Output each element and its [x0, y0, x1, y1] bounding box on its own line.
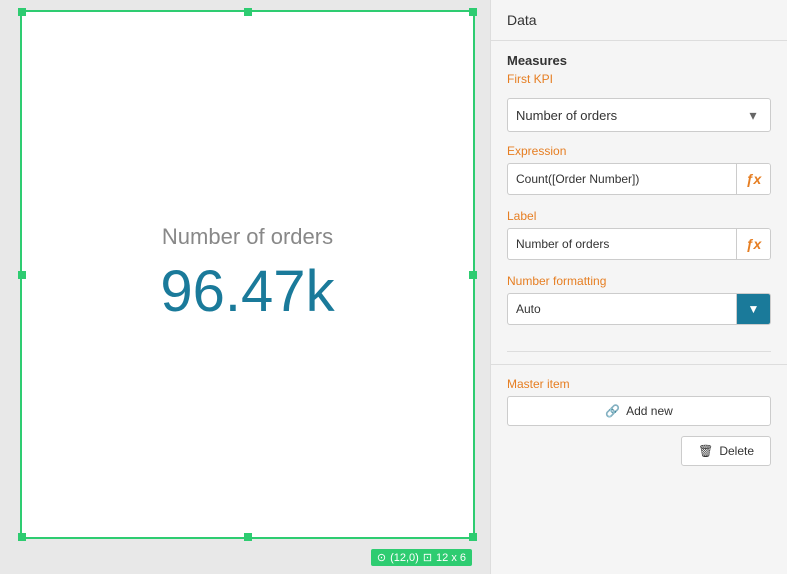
tab-label: Data [507, 12, 537, 28]
chevron-down-icon: ▾ [736, 99, 770, 131]
handle-top-right[interactable] [469, 8, 477, 16]
trash-icon: 🗑 [698, 444, 713, 458]
number-formatting-dropdown-row: Auto Number Money Date Duration Custom ▼ [507, 293, 771, 325]
dropdown-arrow-icon: ▼ [736, 294, 770, 324]
right-panel: Data Measures First KPI Number of orders… [490, 0, 787, 574]
status-size-icon: ⊡ [423, 551, 432, 564]
kpi-value: 96.47k [160, 258, 334, 325]
handle-bottom-left[interactable] [18, 533, 26, 541]
handle-middle-left[interactable] [18, 271, 26, 279]
handle-top-left[interactable] [18, 8, 26, 16]
fx-icon-label: ƒx [746, 236, 762, 252]
number-formatting-group: Number formatting Auto Number Money Date… [507, 274, 771, 325]
canvas-area: Number of orders 96.47k ⊙ (12,0) ⊡ 12 x … [0, 0, 490, 574]
data-tab[interactable]: Data [491, 0, 787, 41]
add-new-label: Add new [626, 404, 673, 418]
measures-title: Measures [507, 53, 771, 68]
delete-button[interactable]: 🗑 Delete [681, 436, 771, 466]
kpi-label: Number of orders [162, 224, 333, 250]
add-new-button[interactable]: 🔗 Add new [507, 396, 771, 426]
expression-input[interactable] [508, 166, 736, 192]
status-coords: (12,0) [390, 552, 419, 564]
measures-subtitle: First KPI [507, 72, 771, 86]
handle-top-center[interactable] [244, 8, 252, 16]
section-divider [507, 351, 771, 352]
label-group: Label ƒx [507, 209, 771, 260]
measures-section: Measures First KPI Number of orders ▾ Ex… [491, 41, 787, 351]
master-item-section: Master item 🔗 Add new 🗑 Delete [491, 364, 787, 478]
link-icon: 🔗 [605, 404, 620, 418]
fx-icon: ƒx [746, 171, 762, 187]
expression-label: Expression [507, 144, 771, 158]
number-formatting-label: Number formatting [507, 274, 771, 288]
chevron-down-icon-formatting: ▼ [748, 302, 760, 316]
widget-status: ⊙ (12,0) ⊡ 12 x 6 [371, 549, 472, 566]
status-size: 12 x 6 [436, 552, 466, 564]
status-icon: ⊙ [377, 551, 386, 564]
expression-field-row: ƒx [507, 163, 771, 195]
expression-group: Expression ƒx [507, 144, 771, 195]
measures-dropdown-label: Number of orders [508, 102, 736, 129]
handle-bottom-center[interactable] [244, 533, 252, 541]
expression-fx-button[interactable]: ƒx [736, 164, 770, 194]
measures-dropdown[interactable]: Number of orders ▾ [507, 98, 771, 132]
master-item-label: Master item [507, 377, 771, 391]
label-field-row: ƒx [507, 228, 771, 260]
handle-bottom-right[interactable] [469, 533, 477, 541]
number-formatting-select[interactable]: Auto Number Money Date Duration Custom [508, 296, 736, 322]
kpi-widget[interactable]: Number of orders 96.47k [20, 10, 475, 539]
label-fx-button[interactable]: ƒx [736, 229, 770, 259]
label-label: Label [507, 209, 771, 223]
delete-label: Delete [719, 444, 754, 458]
handle-middle-right[interactable] [469, 271, 477, 279]
label-input[interactable] [508, 231, 736, 257]
